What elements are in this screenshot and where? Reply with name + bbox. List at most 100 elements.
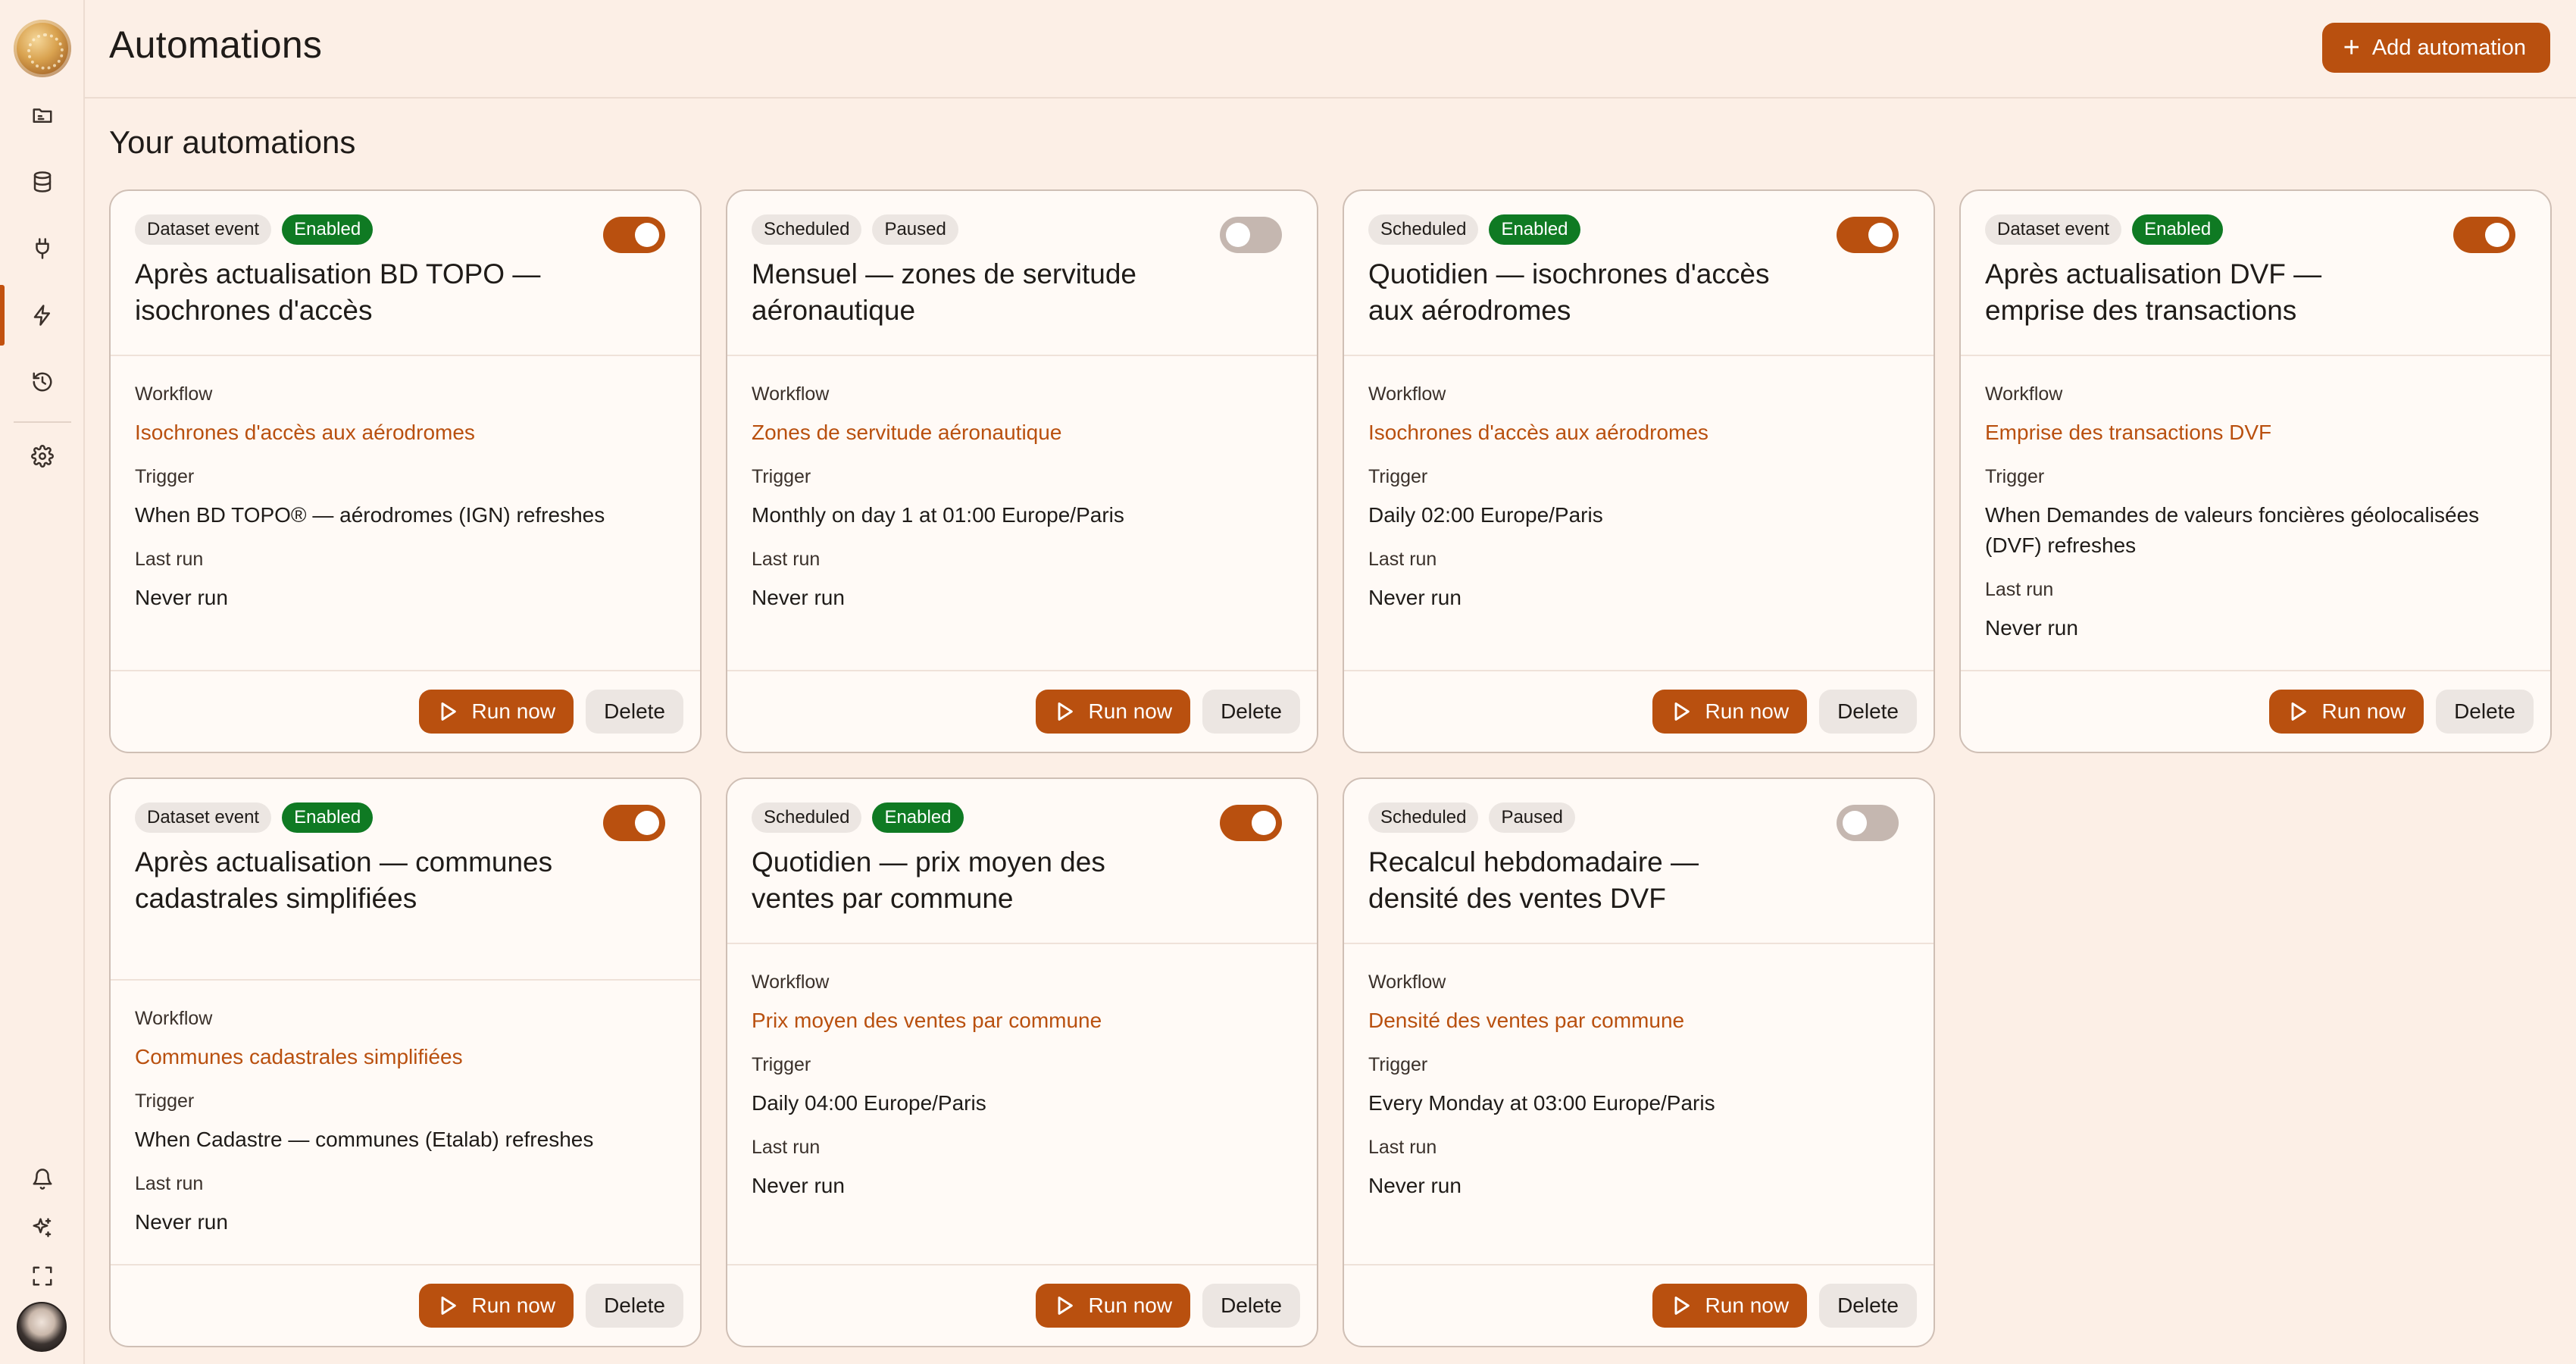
trigger-value: Daily 04:00 Europe/Paris [752, 1091, 986, 1115]
delete-button[interactable]: Delete [1202, 690, 1300, 734]
card-badges: Dataset event Enabled [1985, 214, 2526, 246]
trigger-value: Monthly on day 1 at 01:00 Europe/Paris [752, 503, 1124, 527]
enable-toggle[interactable] [1220, 217, 1282, 253]
status-badge: Enabled [1489, 214, 1580, 245]
card-body: Workflow Zones de servitude aéronautique… [727, 356, 1317, 613]
card-title: Mensuel — zones de servitude aéronautiqu… [752, 258, 1136, 326]
gear-icon[interactable] [24, 438, 61, 474]
trigger-label: Trigger [135, 466, 195, 487]
automation-card: Dataset event Enabled Après actualisatio… [1959, 189, 2552, 753]
delete-button[interactable]: Delete [1819, 690, 1917, 734]
delete-button[interactable]: Delete [1819, 1284, 1917, 1328]
toggle-knob [635, 223, 659, 247]
play-icon [1674, 702, 1690, 721]
folder-icon[interactable] [24, 97, 61, 133]
card-badges: Dataset event Enabled [135, 214, 676, 246]
delete-button[interactable]: Delete [2436, 690, 2534, 734]
toggle-knob [635, 811, 659, 835]
avatar[interactable] [17, 1302, 67, 1352]
run-now-button[interactable]: Run now [1652, 1284, 1808, 1328]
lightning-icon[interactable] [24, 297, 61, 333]
card-actions: Run now Delete [1961, 670, 2550, 752]
workflow-label: Workflow [752, 383, 830, 405]
card-body: Workflow Communes cadastrales simplifiée… [111, 981, 700, 1237]
card-actions: Run now Delete [111, 1264, 700, 1346]
sparkles-icon[interactable] [24, 1209, 61, 1246]
play-icon [1674, 1297, 1690, 1315]
enable-toggle[interactable] [1837, 217, 1899, 253]
card-title: Après actualisation DVF — emprise des tr… [1985, 258, 2322, 326]
run-now-label: Run now [471, 1294, 556, 1317]
workflow-link[interactable]: Emprise des transactions DVF [1985, 418, 2526, 448]
status-badge: Paused [1489, 802, 1575, 833]
toggle-knob [1226, 223, 1250, 247]
run-now-button[interactable]: Run now [418, 1284, 574, 1328]
plug-icon[interactable] [24, 230, 61, 267]
workflow-link[interactable]: Isochrones d'accès aux aérodromes [1368, 418, 1909, 448]
card-header: Scheduled Paused Recalcul hebdomadaire —… [1344, 779, 1934, 944]
workflow-label: Workflow [752, 971, 830, 993]
plus-icon: + [2343, 32, 2360, 64]
card-body: Workflow Isochrones d'accès aux aérodrom… [111, 356, 700, 613]
workflow-link[interactable]: Prix moyen des ventes par commune [752, 1006, 1293, 1036]
sidebar [0, 0, 85, 1364]
delete-button[interactable]: Delete [586, 1284, 683, 1328]
trigger-value: Daily 02:00 Europe/Paris [1368, 503, 1603, 527]
enable-toggle[interactable] [1837, 805, 1899, 841]
enable-toggle[interactable] [603, 805, 665, 841]
trigger-label: Trigger [1368, 466, 1428, 487]
last-run-label: Last run [752, 549, 821, 570]
card-header: Scheduled Enabled Quotidien — prix moyen… [727, 779, 1317, 944]
automation-card: Scheduled Enabled Quotidien — isochrones… [1343, 189, 1935, 753]
enable-toggle[interactable] [603, 217, 665, 253]
trigger-label: Trigger [752, 1054, 811, 1075]
trigger-type-badge: Scheduled [752, 802, 862, 833]
automation-card: Scheduled Enabled Quotidien — prix moyen… [726, 777, 1318, 1347]
card-body: Workflow Prix moyen des ventes par commu… [727, 944, 1317, 1201]
run-now-button[interactable]: Run now [1035, 690, 1191, 734]
workflow-label: Workflow [135, 1008, 213, 1029]
add-automation-label: Add automation [2371, 35, 2526, 60]
card-title: Après actualisation BD TOPO — isochrones… [135, 258, 541, 326]
workflow-link[interactable]: Communes cadastrales simplifiées [135, 1042, 676, 1072]
run-now-button[interactable]: Run now [418, 690, 574, 734]
card-badges: Dataset event Enabled [135, 802, 676, 834]
play-icon [2291, 702, 2306, 721]
automation-card: Scheduled Paused Recalcul hebdomadaire —… [1343, 777, 1935, 1347]
trigger-label: Trigger [1985, 466, 2045, 487]
trigger-value: When BD TOPO® — aérodromes (IGN) refresh… [135, 503, 605, 527]
run-now-button[interactable]: Run now [1652, 690, 1808, 734]
enable-toggle[interactable] [1220, 805, 1282, 841]
add-automation-button[interactable]: + Add automation [2321, 23, 2550, 73]
card-actions: Run now Delete [111, 670, 700, 752]
database-icon[interactable] [24, 164, 61, 200]
run-now-button[interactable]: Run now [1035, 1284, 1191, 1328]
bell-icon[interactable] [24, 1161, 61, 1197]
card-header: Dataset event Enabled Après actualisatio… [1961, 191, 2550, 356]
history-icon[interactable] [24, 364, 61, 400]
run-now-button[interactable]: Run now [2268, 690, 2424, 734]
toggle-knob [1843, 811, 1867, 835]
header-divider [85, 97, 2576, 99]
workflow-link[interactable]: Zones de servitude aéronautique [752, 418, 1293, 448]
card-header: Dataset event Enabled Après actualisatio… [111, 779, 700, 981]
sidebar-divider [14, 421, 71, 423]
delete-button[interactable]: Delete [1202, 1284, 1300, 1328]
fullscreen-icon[interactable] [24, 1258, 61, 1294]
status-badge: Paused [872, 214, 958, 245]
card-badges: Scheduled Paused [752, 214, 1293, 246]
enable-toggle[interactable] [2453, 217, 2515, 253]
trigger-type-badge: Scheduled [752, 214, 862, 245]
trigger-value: Every Monday at 03:00 Europe/Paris [1368, 1091, 1715, 1115]
app-logo[interactable] [14, 20, 71, 77]
trigger-type-badge: Scheduled [1368, 802, 1479, 833]
card-actions: Run now Delete [1344, 1264, 1934, 1346]
delete-button[interactable]: Delete [586, 690, 683, 734]
workflow-link[interactable]: Densité des ventes par commune [1368, 1006, 1909, 1036]
play-icon [1058, 1297, 1073, 1315]
run-now-label: Run now [1088, 1294, 1173, 1317]
last-run-value: Never run [1368, 586, 1462, 609]
last-run-label: Last run [752, 1137, 821, 1158]
workflow-link[interactable]: Isochrones d'accès aux aérodromes [135, 418, 676, 448]
card-badges: Scheduled Paused [1368, 802, 1909, 834]
